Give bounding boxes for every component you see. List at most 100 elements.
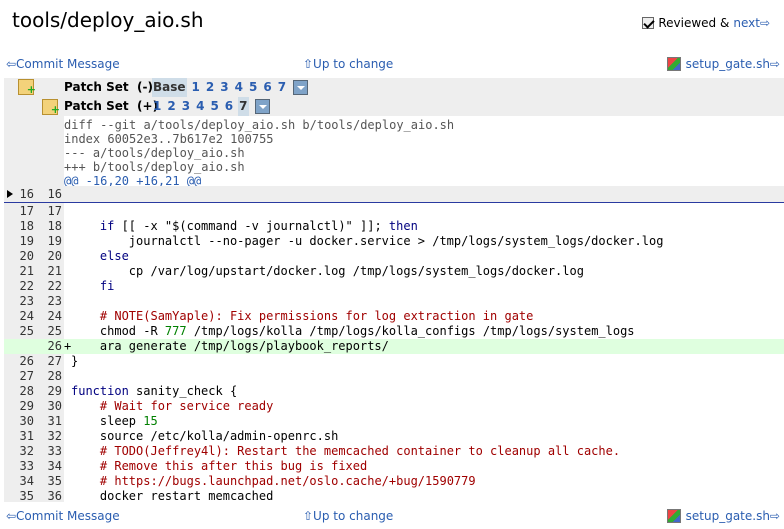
patchset-a-item[interactable]: 3 — [219, 78, 229, 97]
line-number-b: 24 — [47, 309, 62, 323]
diff-line[interactable]: 20 20 else — [4, 249, 784, 264]
code-text: } — [71, 354, 79, 368]
patchset-b-item[interactable]: 6 — [224, 97, 234, 116]
line-number-b: 30 — [47, 399, 62, 413]
patchset-a-item[interactable]: Base — [152, 78, 187, 97]
diff-line[interactable]: 29 30 # Wait for service ready — [4, 399, 784, 414]
line-number-b: 29 — [47, 384, 62, 398]
patchset-b-item[interactable]: 4 — [195, 97, 205, 116]
up-to-change-link[interactable]: ⇧Up to change — [303, 55, 393, 73]
diff-line[interactable]: 31 32 source /etc/kolla/admin-openrc.sh — [4, 429, 784, 444]
navigation-bar-bottom: ⇦Commit Message ⇧Up to change setup_gate… — [0, 507, 784, 525]
patchset-b-item[interactable]: 7 — [238, 97, 249, 116]
line-number-a: 25 — [19, 324, 34, 338]
diff-line[interactable]: 25 25 chmod -R 777 /tmp/logs/kolla /tmp/l… — [4, 324, 784, 339]
line-number-b: 25 — [47, 324, 62, 338]
patchset-row-a: Patch Set (-) Base1234567 — [4, 78, 784, 99]
diff-line[interactable]: 27 28 — [4, 369, 784, 384]
next-file-nav: setup_gate.sh⇨ — [666, 507, 780, 525]
file-header: tools/deploy_aio.sh Reviewed & next⇨ — [0, 0, 784, 50]
diff-line[interactable]: 23 23 — [4, 294, 784, 309]
code-text: journalctl --no-pager -u docker.service … — [71, 234, 664, 248]
download-icon[interactable] — [293, 80, 309, 95]
diff-line[interactable]: 22 22 fi — [4, 279, 784, 294]
line-number-b: 28 — [47, 369, 62, 383]
patchset-b-item[interactable]: 3 — [181, 97, 191, 116]
code-text: # Wait for service ready — [99, 399, 274, 413]
line-number-a: 21 — [19, 264, 34, 278]
code-text: docker restart memcached — [71, 489, 274, 502]
reviewed-checkbox[interactable] — [642, 17, 655, 29]
line-number-a: 30 — [19, 414, 34, 428]
file-icon — [666, 509, 681, 523]
up-to-change-link[interactable]: ⇧Up to change — [303, 507, 393, 525]
line-number-b: 17 — [47, 204, 62, 218]
patchset-b-item[interactable]: 1 — [152, 97, 162, 116]
diff-line[interactable]: 35 36 docker restart memcached — [4, 489, 784, 502]
patchset-a-item[interactable]: 7 — [277, 78, 287, 97]
line-number-b: 34 — [47, 459, 62, 473]
patchset-b-list: 1234567 — [152, 97, 270, 116]
code-text: else — [99, 249, 129, 263]
line-number-a: 27 — [19, 369, 34, 383]
diff-header-line: +++ b/tools/deploy_aio.sh — [64, 160, 245, 174]
diff-line[interactable]: 19 19 journalctl --no-pager -u docker.ser… — [4, 234, 784, 249]
commit-message-link[interactable]: ⇦Commit Message — [6, 507, 120, 525]
diff-line[interactable]: 32 33 # TODO(Jeffrey4l): Restart the memc… — [4, 444, 784, 459]
diff-line[interactable]: 34 35 # https://bugs.launchpad.net/oslo.c… — [4, 474, 784, 489]
patchset-b-item[interactable]: 5 — [209, 97, 219, 116]
diff-line[interactable]: 30 31 sleep 15 — [4, 414, 784, 429]
reviewed-label: Reviewed & — [658, 16, 730, 30]
line-number-b: 23 — [47, 294, 62, 308]
code-text: function sanity_check { — [71, 384, 238, 398]
code-text: fi — [99, 279, 115, 293]
line-number-b: 21 — [47, 264, 62, 278]
line-number-a: 22 — [19, 279, 34, 293]
code-text: # Remove this after this bug is fixed — [99, 459, 368, 473]
code-text: # NOTE(SamYaple): Fix permissions for lo… — [99, 309, 534, 323]
next-file-link[interactable]: setup_gate.sh⇨ — [686, 55, 780, 73]
code-text: if [[ -x "$(command -v journalctl)" ]]; … — [99, 219, 418, 233]
diff-line[interactable]: 21 21 cp /var/log/upstart/docker.log /tmp… — [4, 264, 784, 279]
diff-line[interactable]: 26 27} — [4, 354, 784, 369]
patchset-a-item[interactable]: 5 — [248, 78, 258, 97]
line-number-b: 19 — [47, 234, 62, 248]
line-number-a: 20 — [19, 249, 34, 263]
diff-line[interactable]: 33 34 # Remove this after this bug is fix… — [4, 459, 784, 474]
line-number-a: 26 — [19, 354, 34, 368]
add-comment-icon[interactable] — [18, 79, 36, 99]
code-text: sleep 15 — [71, 414, 158, 428]
line-number-b: 35 — [47, 474, 62, 488]
patchset-a-item[interactable]: 4 — [234, 78, 244, 97]
diff-line[interactable]: 28 29 function sanity_check { — [4, 384, 784, 399]
line-number-b: 33 — [47, 444, 62, 458]
line-number-b: 36 — [47, 489, 62, 502]
patchset-a-item[interactable]: 1 — [191, 78, 201, 97]
download-icon[interactable] — [254, 99, 270, 114]
patchset-a-label: Patch Set (-) — [64, 80, 153, 94]
line-number-b: 20 — [47, 249, 62, 263]
diff-line[interactable]: 17 17 — [4, 204, 784, 219]
patchset-b-label: Patch Set (+) — [64, 99, 159, 113]
line-number-a: 19 — [19, 234, 34, 248]
diff-header-line: index 60052e3..7b617e2 100755 — [64, 132, 274, 146]
diff-header-line: --- a/tools/deploy_aio.sh — [64, 146, 245, 160]
patchset-a-list: Base 1 2 3 4 5 6 7 — [152, 78, 309, 97]
next-link[interactable]: next⇨ — [733, 15, 770, 31]
patchset-a-item[interactable]: 6 — [262, 78, 272, 97]
line-number-a: 33 — [19, 459, 34, 473]
skip-line-row[interactable]: 16 16 — [4, 186, 784, 203]
commit-message-link[interactable]: ⇦Commit Message — [6, 55, 120, 73]
diff-line[interactable]: 24 24 # NOTE(SamYaple): Fix permissions f… — [4, 309, 784, 324]
patchset-b-item[interactable]: 2 — [166, 97, 176, 116]
next-file-link[interactable]: setup_gate.sh⇨ — [686, 507, 780, 525]
add-comment-icon[interactable] — [42, 99, 60, 119]
diff-line[interactable]: 18 18 if [[ -x "$(command -v journalctl)"… — [4, 219, 784, 234]
code-text: source /etc/kolla/admin-openrc.sh — [71, 429, 339, 443]
line-number-b: 27 — [47, 354, 62, 368]
side-by-side-diff: Patch Set (-) Base1234567 Patch Set (+) … — [4, 78, 784, 502]
file-icon — [666, 57, 681, 71]
patchset-row-b: Patch Set (+) 1234567 — [4, 97, 784, 119]
patchset-a-item[interactable]: 2 — [205, 78, 215, 97]
diff-line-insert[interactable]: 26 + ara generate /tmp/logs/playbook_repo… — [4, 339, 784, 354]
